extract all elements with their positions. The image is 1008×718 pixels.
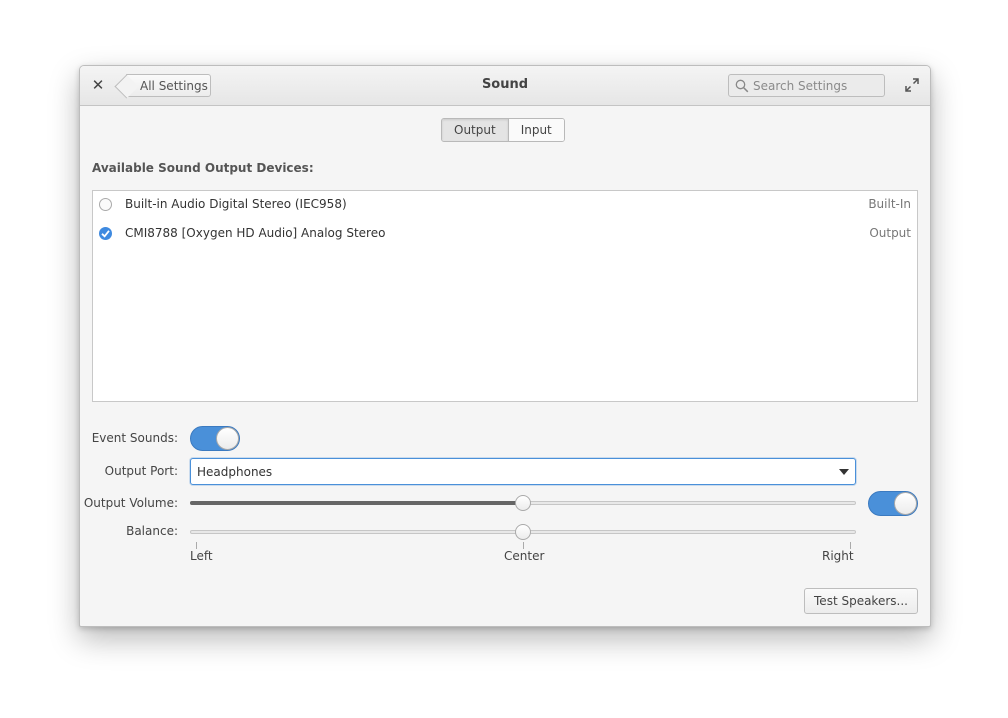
device-name: CMI8788 [Oxygen HD Audio] Analog Stereo — [125, 226, 386, 240]
maximize-icon[interactable] — [904, 77, 920, 93]
balance-mark-center: Center — [504, 549, 545, 563]
chevron-down-icon — [839, 469, 849, 475]
output-enable-switch[interactable] — [868, 491, 918, 516]
balance-tick-center — [523, 542, 524, 549]
checkmark-icon — [101, 230, 110, 238]
output-port-label: Output Port: — [104, 464, 178, 478]
balance-tick-right — [850, 542, 851, 549]
device-name: Built-in Audio Digital Stereo (IEC958) — [125, 197, 347, 211]
slider-handle[interactable] — [515, 524, 531, 540]
output-input-switcher: Output Input — [441, 118, 565, 142]
output-volume-slider[interactable] — [190, 495, 856, 511]
devices-section-title: Available Sound Output Devices: — [92, 161, 314, 175]
device-radio-button[interactable] — [99, 227, 112, 240]
slider-fill — [190, 501, 523, 505]
event-sounds-switch[interactable] — [190, 426, 240, 451]
balance-slider[interactable] — [190, 524, 856, 540]
tab-output[interactable]: Output — [442, 119, 509, 141]
search-input[interactable] — [753, 75, 879, 96]
search-box[interactable] — [728, 74, 885, 97]
balance-mark-left: Left — [190, 549, 213, 563]
tab-input[interactable]: Input — [508, 119, 564, 141]
switch-knob — [216, 427, 239, 450]
output-volume-label: Output Volume: — [83, 496, 178, 510]
output-device-list: Built-in Audio Digital Stereo (IEC958) B… — [92, 190, 918, 402]
search-icon — [735, 79, 749, 93]
output-port-dropdown[interactable]: Headphones — [190, 458, 856, 485]
device-description: Built-In — [868, 197, 911, 211]
switch-knob — [894, 492, 917, 515]
balance-mark-right: Right — [822, 549, 854, 563]
sound-settings-window: ✕ All Settings Sound Output Input Availa… — [79, 65, 931, 627]
device-description: Output — [869, 226, 911, 240]
header-bar: ✕ All Settings Sound — [80, 66, 930, 106]
balance-tick-left — [196, 542, 197, 549]
balance-label: Balance: — [126, 524, 178, 538]
output-port-value: Headphones — [197, 465, 273, 479]
slider-handle[interactable] — [515, 495, 531, 511]
list-item[interactable]: CMI8788 [Oxygen HD Audio] Analog Stereo … — [93, 220, 917, 249]
event-sounds-label: Event Sounds: — [91, 431, 178, 445]
test-speakers-button[interactable]: Test Speakers... — [804, 588, 918, 614]
list-item[interactable]: Built-in Audio Digital Stereo (IEC958) B… — [93, 191, 917, 220]
device-radio-button[interactable] — [99, 198, 112, 211]
